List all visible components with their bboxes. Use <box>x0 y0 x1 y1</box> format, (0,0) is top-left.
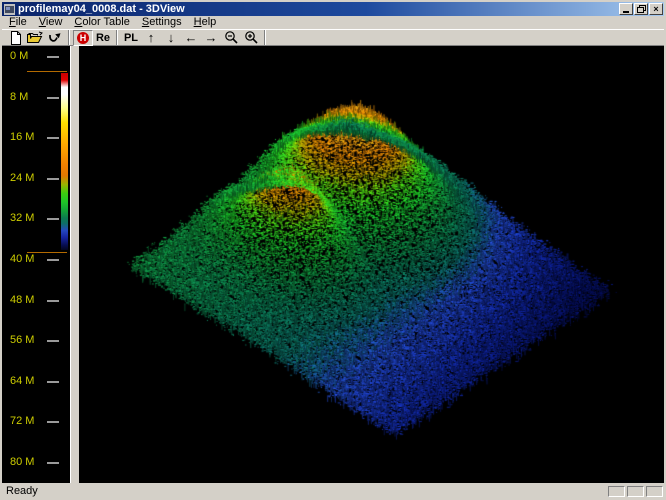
menu-item-settings[interactable]: Settings <box>136 16 188 29</box>
depth-label: 0 M <box>10 50 29 62</box>
menu-item-file[interactable]: File <box>3 16 33 29</box>
zoom-out-icon <box>224 31 238 44</box>
pan-left-button[interactable]: ← <box>181 30 201 46</box>
close-icon: × <box>653 4 659 14</box>
menu-bar: File View Color Table Settings Help <box>2 16 664 29</box>
client-area: 0 M 8 M 16 M 24 M 32 M 40 M 48 M 56 M 64 M 72 M 80… <box>2 46 664 483</box>
depth-tick <box>47 218 59 220</box>
status-message: Ready <box>6 484 38 497</box>
zoom-out-button[interactable] <box>221 30 241 46</box>
pan-up-button[interactable]: ↑ <box>141 30 161 46</box>
depth-label: 80 M <box>10 456 35 468</box>
depth-label: 72 M <box>10 415 35 427</box>
menu-item-color-table[interactable]: Color Table <box>68 16 135 29</box>
colorbar-top-mark <box>27 71 67 72</box>
toolbar-separator <box>116 30 118 45</box>
new-file-icon <box>10 30 21 45</box>
minimize-button[interactable] <box>619 3 633 15</box>
title-bar: profilemay04_0008.dat - 3DView × <box>2 2 664 16</box>
up-arrow-icon: ↑ <box>147 29 155 45</box>
depth-label: 48 M <box>10 294 35 306</box>
re-button[interactable]: Re <box>93 30 113 46</box>
open-folder-icon <box>27 31 43 43</box>
replay-button[interactable] <box>45 30 65 46</box>
status-pane-2 <box>627 485 644 497</box>
status-pane-1 <box>608 485 625 497</box>
depth-tick <box>47 381 59 383</box>
depth-tick <box>47 56 59 58</box>
app-icon <box>4 3 15 15</box>
pl-button[interactable]: PL <box>121 30 141 46</box>
depth-tick <box>47 340 59 342</box>
panel-splitter[interactable] <box>70 46 79 483</box>
menu-item-view[interactable]: View <box>33 16 69 29</box>
curved-arrow-icon <box>49 33 61 42</box>
depth-label: 40 M <box>10 253 35 265</box>
depth-tick <box>47 259 59 261</box>
depth-label: 32 M <box>10 212 35 224</box>
depth-tick <box>47 421 59 423</box>
depth-tick <box>47 178 59 180</box>
depth-label: 24 M <box>10 172 35 184</box>
depth-tick <box>47 300 59 302</box>
app-window: profilemay04_0008.dat - 3DView × File Vie… <box>0 0 666 500</box>
depth-label: 64 M <box>10 375 35 387</box>
toolbar-separator <box>68 30 70 45</box>
h-toggle-button[interactable]: H <box>73 29 93 46</box>
left-arrow-icon: ← <box>184 29 198 45</box>
status-bar: Ready <box>2 483 664 498</box>
restore-icon <box>636 5 646 13</box>
h-icon: H <box>77 31 89 44</box>
window-title: profilemay04_0008.dat - 3DView <box>18 3 185 15</box>
depth-tick <box>47 462 59 464</box>
status-pane-3 <box>646 485 663 497</box>
new-file-button[interactable] <box>5 30 25 46</box>
pan-down-button[interactable]: ↓ <box>161 30 181 46</box>
depth-tick <box>47 97 59 99</box>
toolbar-separator <box>264 30 266 45</box>
close-button[interactable]: × <box>649 3 663 15</box>
depth-label: 8 M <box>10 91 29 103</box>
zoom-in-button[interactable] <box>241 30 261 46</box>
depth-scale-panel: 0 M 8 M 16 M 24 M 32 M 40 M 48 M 56 M 64 M 72 M 80… <box>2 46 70 483</box>
open-file-button[interactable] <box>25 30 45 46</box>
down-arrow-icon: ↓ <box>167 29 175 45</box>
menu-item-help[interactable]: Help <box>188 16 223 29</box>
depth-colorbar <box>61 73 68 250</box>
zoom-in-icon <box>244 31 258 44</box>
restore-button[interactable] <box>634 3 648 15</box>
toolbar: H Re PL ↑ ↓ ← → <box>2 29 664 46</box>
minimize-icon <box>623 11 629 13</box>
pan-right-button[interactable]: → <box>201 30 221 46</box>
sonar-point-cloud[interactable] <box>79 46 664 483</box>
right-arrow-icon: → <box>204 29 218 45</box>
3d-view[interactable] <box>79 46 664 483</box>
depth-label: 56 M <box>10 334 35 346</box>
depth-tick <box>47 137 59 139</box>
depth-label: 16 M <box>10 131 35 143</box>
